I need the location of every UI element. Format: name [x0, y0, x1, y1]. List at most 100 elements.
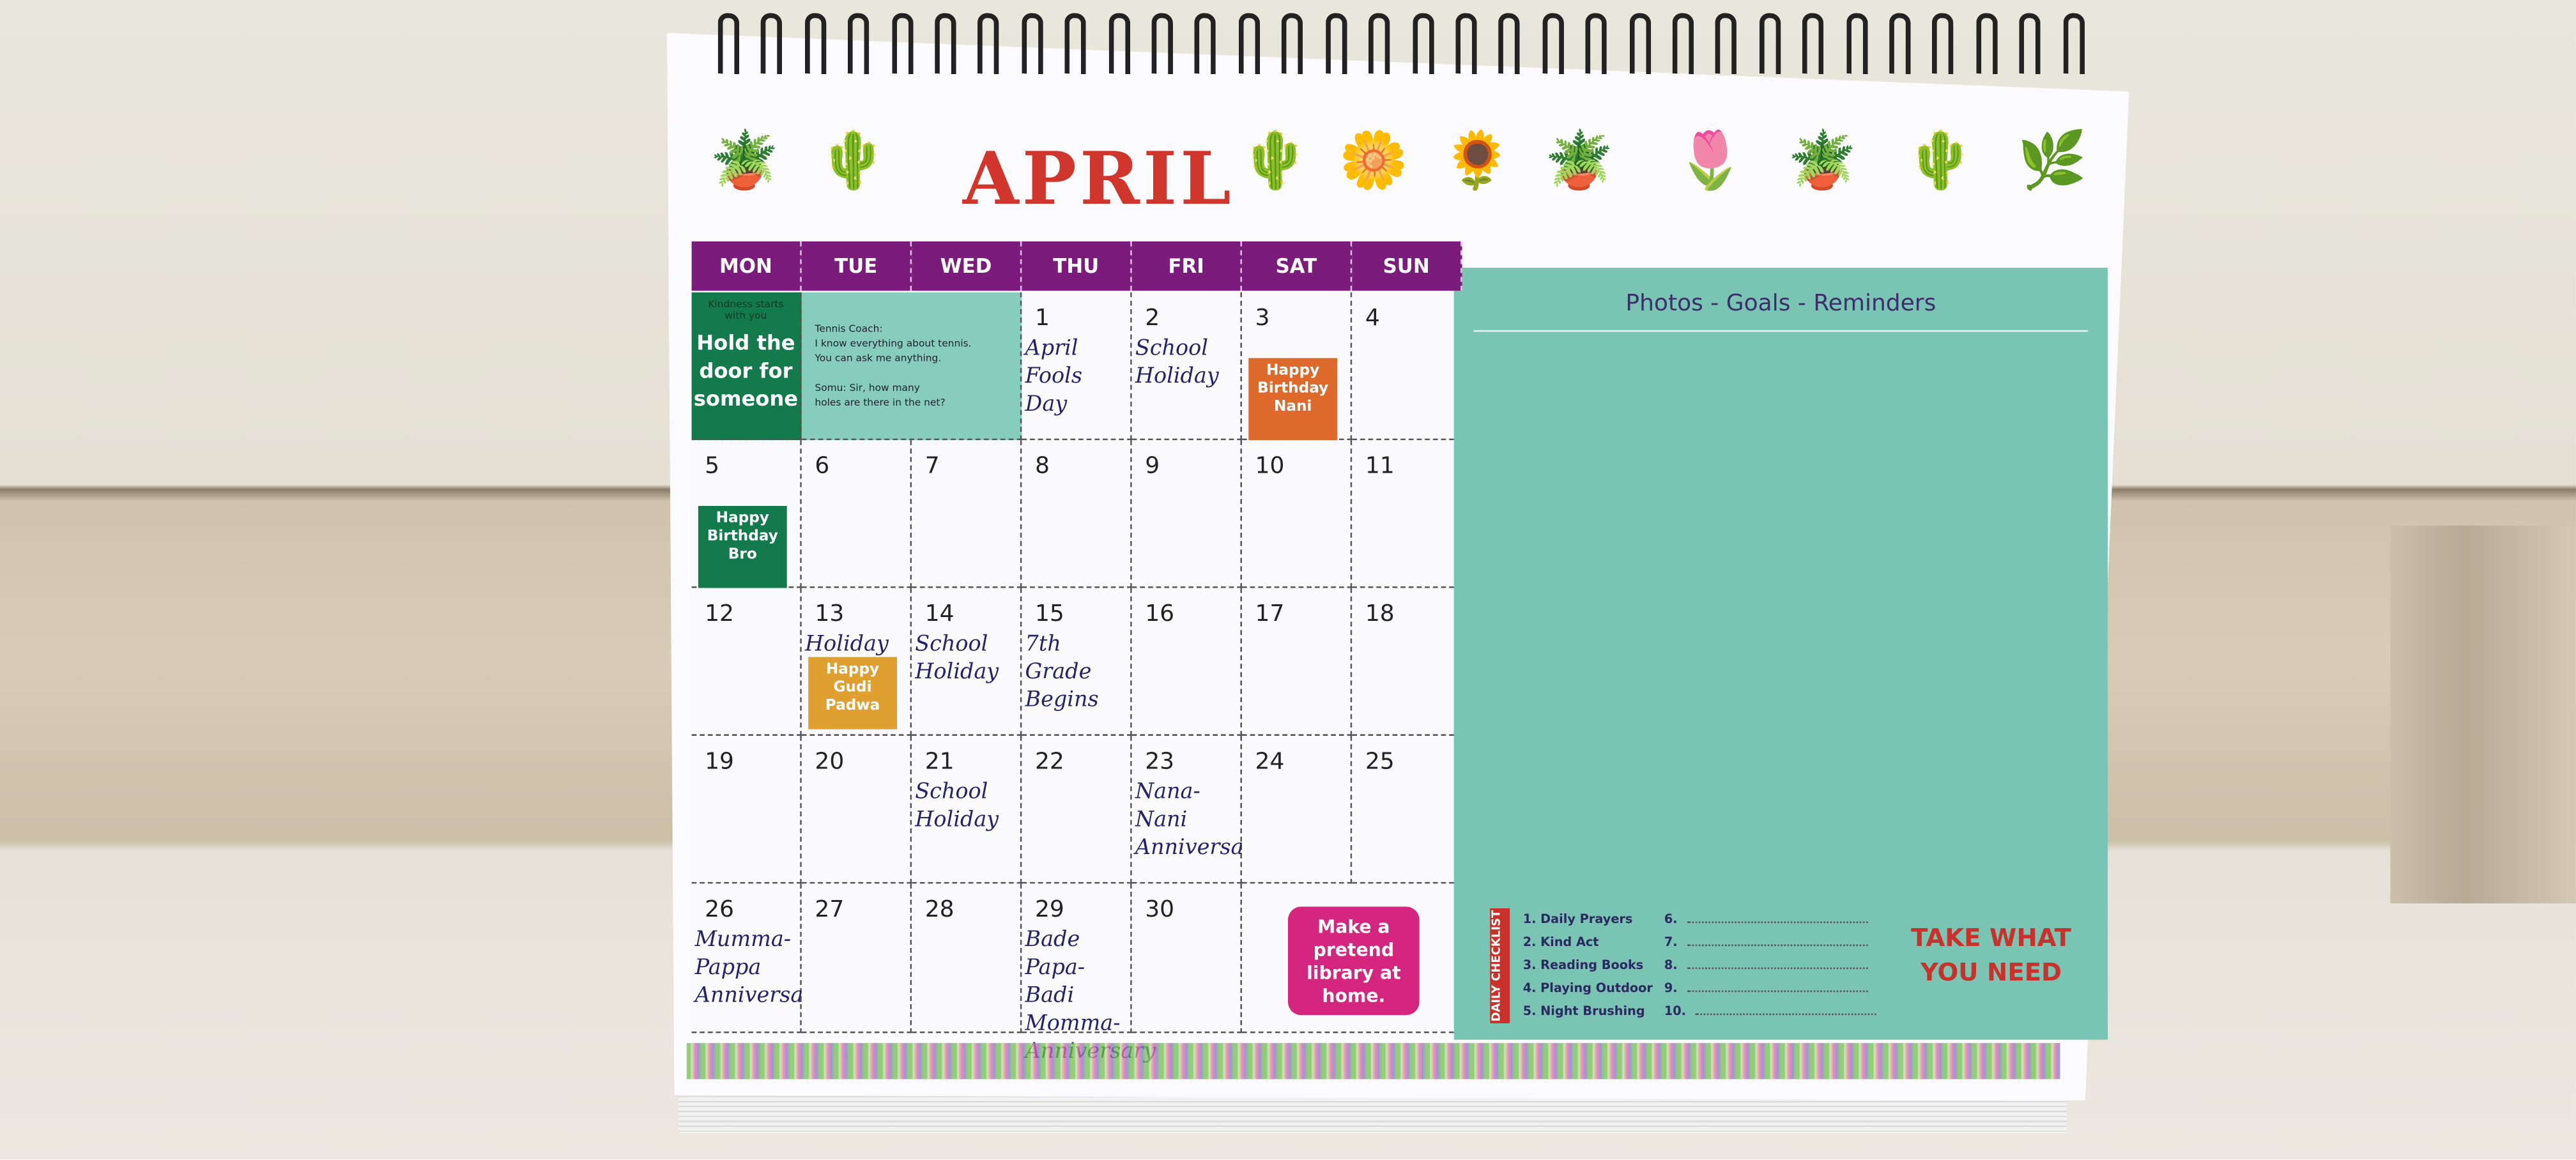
- day-cell-1[interactable]: 1 April Fools Day: [1022, 292, 1132, 441]
- day-header-sun: SUN: [1352, 241, 1462, 291]
- spiral-ring: [1455, 12, 1477, 75]
- spiral-ring: [2019, 12, 2041, 75]
- spiral-ring: [1932, 12, 1954, 75]
- spiral-ring: [1802, 12, 1824, 75]
- day-cell-18[interactable]: 18: [1352, 588, 1462, 736]
- day-header-tue: TUE: [801, 241, 912, 291]
- pretend-library-box: Make a pretend library at home.: [1287, 906, 1420, 1016]
- flower-pot-icon: 🌻: [1442, 128, 1512, 194]
- day-number: 21: [924, 749, 954, 775]
- day-cell-19[interactable]: 19: [691, 735, 802, 884]
- spiral-ring: [1715, 12, 1737, 75]
- checklist-blank: 9.: [1664, 981, 1868, 995]
- day-cell-27[interactable]: 27: [801, 883, 912, 1034]
- spiral-ring: [1412, 12, 1434, 75]
- day-cell-15[interactable]: 15 7th Grade Begins: [1022, 588, 1132, 736]
- day-number: 11: [1365, 453, 1395, 480]
- day-number: 19: [705, 749, 734, 775]
- plant-pot-icon: 🪴: [709, 128, 779, 194]
- day-number: 7: [924, 453, 940, 480]
- kindness-message: Hold the door for someone: [693, 330, 799, 411]
- checklist-blank: 7.: [1664, 935, 1868, 949]
- day-number: 2: [1145, 305, 1160, 332]
- spiral-ring: [761, 12, 783, 75]
- cactus-pot-icon: 🌵: [1240, 128, 1310, 194]
- day-cell-23[interactable]: 23 Nana-Nani Anniversary: [1131, 735, 1266, 884]
- day-header-fri: FRI: [1131, 241, 1242, 291]
- day-cell-25[interactable]: 25: [1352, 735, 1462, 884]
- day-number: 24: [1255, 749, 1285, 775]
- day-cell-30[interactable]: 30: [1131, 883, 1242, 1034]
- checklist-item: 5. Night Brushing: [1522, 1004, 1645, 1019]
- day-cell-5[interactable]: 5 Happy Birthday Bro: [691, 440, 802, 588]
- spiral-ring: [1325, 12, 1347, 75]
- spiral-ring: [1238, 12, 1260, 75]
- day-cell-17[interactable]: 17: [1241, 588, 1353, 736]
- flower-pot-icon: 🌼: [1338, 128, 1409, 194]
- day-cell-8[interactable]: 8: [1022, 440, 1132, 588]
- day-cell-28[interactable]: 28: [912, 883, 1022, 1034]
- day-number: 18: [1365, 601, 1395, 628]
- day-cell-20[interactable]: 20: [801, 735, 912, 884]
- joke-line: holes are there in the net?: [815, 397, 946, 409]
- day-cell-14[interactable]: 14 School Holiday: [912, 588, 1022, 736]
- spiral-ring: [1064, 12, 1087, 75]
- spiral-ring: [2062, 12, 2085, 75]
- spiral-ring: [1629, 12, 1651, 75]
- spiral-binding: [717, 12, 2085, 82]
- cactus-pot-icon: 🌵: [1905, 128, 1975, 194]
- day-number: 28: [924, 896, 954, 924]
- day-cell-3[interactable]: 3 Happy Birthday Nani: [1241, 292, 1353, 441]
- joke-line: You can ask me anything.: [815, 353, 942, 365]
- spiral-ring: [1672, 12, 1694, 75]
- day-cell-2[interactable]: 2 School Holiday: [1131, 292, 1242, 441]
- day-cell-6[interactable]: 6: [801, 440, 912, 588]
- day-cell-4[interactable]: 4: [1352, 292, 1462, 441]
- spiral-ring: [804, 12, 826, 75]
- day-cell-21[interactable]: 21 School Holiday: [912, 735, 1022, 884]
- day-header-wed: WED: [912, 241, 1022, 291]
- spiral-ring: [1498, 12, 1521, 75]
- day-number: 14: [924, 601, 954, 628]
- spiral-ring: [1889, 12, 1911, 75]
- panel-title: Photos - Goals - Reminders: [1625, 291, 1936, 317]
- day-number: 8: [1034, 453, 1050, 480]
- photo-scene: 🪴 🌵 🌵 🌼 🌻 🪴 🌷 🪴 🌵 🌿 APRIL Kindness start…: [0, 0, 2576, 1160]
- spiral-ring: [1759, 12, 1781, 75]
- day-number: 5: [705, 453, 720, 480]
- divider: [1473, 330, 2089, 332]
- day-cell-22[interactable]: 22: [1022, 735, 1132, 884]
- wall-corner: [2390, 525, 2576, 904]
- joke-line: Tennis Coach:: [815, 323, 883, 335]
- plant-pot-icon: 🪴: [1787, 128, 1857, 194]
- sticker: Happy Gudi Padwa: [808, 657, 897, 729]
- spiral-ring: [1108, 12, 1130, 75]
- day-cell-11[interactable]: 11: [1352, 440, 1462, 588]
- grass-border: [686, 1042, 2060, 1080]
- day-cell-13[interactable]: 13 Holiday Happy Gudi Padwa: [801, 588, 912, 736]
- joke-box: Tennis Coach: I know everything about ten…: [801, 292, 1022, 441]
- day-cell-10[interactable]: 10: [1241, 440, 1353, 588]
- joke-line: Somu: Sir, how many: [815, 383, 920, 395]
- spiral-ring: [978, 12, 1000, 75]
- day-cell-12[interactable]: 12: [691, 588, 802, 736]
- day-cell-24[interactable]: 24: [1241, 735, 1353, 884]
- flower-pot-icon: 🌷: [1675, 128, 1745, 194]
- day-cell-26[interactable]: 26 Mumma-Pappa Anniversary: [691, 883, 825, 1034]
- day-cell-16[interactable]: 16: [1131, 588, 1242, 736]
- day-number: 23: [1145, 749, 1175, 775]
- checklist-blank: 10.: [1664, 1004, 1877, 1018]
- day-cell-29[interactable]: 29Bade Papa-Badi Momma-Anniversary: [1022, 883, 1156, 1064]
- sticker: Happy Birthday Nani: [1248, 358, 1338, 441]
- spiral-ring: [1195, 12, 1217, 75]
- day-number: 20: [815, 749, 845, 775]
- joke-line: I know everything about tennis.: [815, 338, 972, 350]
- spiral-ring: [717, 12, 740, 75]
- day-cell-9[interactable]: 9: [1131, 440, 1242, 588]
- day-number: 1: [1034, 305, 1050, 332]
- handwritten-note: April Fools Day: [1025, 337, 1083, 418]
- day-cell-7[interactable]: 7: [912, 440, 1022, 588]
- sticker: Happy Birthday Bro: [698, 505, 787, 588]
- kindness-box: Kindness starts with you Hold the door fo…: [691, 292, 802, 441]
- day-header-mon: MON: [691, 241, 802, 291]
